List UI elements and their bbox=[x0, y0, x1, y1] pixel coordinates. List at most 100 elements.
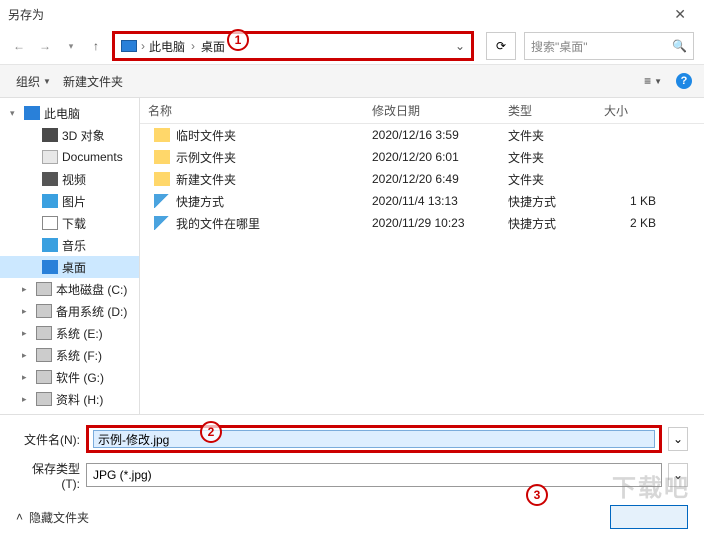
file-name: 示例文件夹 bbox=[176, 149, 236, 166]
file-type: 文件夹 bbox=[500, 149, 596, 166]
sidebar[interactable]: ▾此电脑3D 对象Documents视频图片下载音乐桌面▸本地磁盘 (C:)▸备… bbox=[0, 98, 140, 414]
file-name: 我的文件在哪里 bbox=[176, 215, 260, 232]
file-date: 2020/12/20 6:01 bbox=[364, 150, 500, 164]
file-type: 文件夹 bbox=[500, 127, 596, 144]
file-header[interactable]: 名称 修改日期 类型 大小 bbox=[140, 98, 704, 124]
expand-icon[interactable]: ▸ bbox=[22, 284, 32, 295]
filename-input[interactable] bbox=[93, 430, 655, 448]
sidebar-item-label: 3D 对象 bbox=[62, 127, 105, 144]
filename-label: 文件名(N): bbox=[16, 431, 80, 448]
back-icon[interactable]: ← bbox=[10, 37, 28, 55]
sidebar-item[interactable]: ▸资料 (H:) bbox=[0, 388, 139, 410]
sidebar-item-label: 备用系统 (D:) bbox=[56, 303, 127, 320]
file-row[interactable]: 快捷方式2020/11/4 13:13快捷方式1 KB bbox=[140, 190, 704, 212]
view-button[interactable]: ≡▼ bbox=[640, 72, 666, 90]
sidebar-item[interactable]: ▾ 此电脑 bbox=[0, 102, 139, 124]
crumb-desktop[interactable]: 桌面 bbox=[201, 38, 225, 55]
sidebar-item-label: 系统 (F:) bbox=[56, 347, 102, 364]
sidebar-item[interactable]: 视频 bbox=[0, 168, 139, 190]
sidebar-item-label: 图片 bbox=[62, 193, 86, 210]
sidebar-item-label: 下载 bbox=[62, 215, 86, 232]
doc-icon bbox=[42, 150, 58, 164]
expand-icon[interactable]: ▸ bbox=[22, 328, 32, 339]
search-placeholder: 搜索"桌面" bbox=[531, 38, 588, 55]
folder-icon bbox=[154, 172, 170, 186]
col-name[interactable]: 名称 bbox=[140, 102, 364, 119]
file-type: 快捷方式 bbox=[500, 215, 596, 232]
search-input[interactable]: 搜索"桌面" 🔍 bbox=[524, 32, 694, 60]
sidebar-item[interactable]: ▸ 软件 (G:) bbox=[0, 366, 139, 388]
folder-icon bbox=[154, 150, 170, 164]
file-list[interactable]: 名称 修改日期 类型 大小 临时文件夹2020/12/16 3:59文件夹示例文… bbox=[140, 98, 704, 414]
window-title: 另存为 bbox=[8, 6, 44, 23]
up-icon[interactable]: ↑ bbox=[88, 38, 104, 54]
file-name: 新建文件夹 bbox=[176, 171, 236, 188]
help-icon[interactable]: ? bbox=[676, 73, 692, 89]
sidebar-item[interactable]: 音乐 bbox=[0, 234, 139, 256]
chevron-right-icon: › bbox=[141, 39, 145, 53]
file-row[interactable]: 临时文件夹2020/12/16 3:59文件夹 bbox=[140, 124, 704, 146]
sidebar-item[interactable]: 下载 bbox=[0, 212, 139, 234]
sidebar-item[interactable]: ▸ 系统 (F:) bbox=[0, 344, 139, 366]
save-button[interactable] bbox=[610, 505, 688, 529]
file-date: 2020/11/29 10:23 bbox=[364, 216, 500, 230]
file-date: 2020/12/20 6:49 bbox=[364, 172, 500, 186]
new-folder-button[interactable]: 新建文件夹 bbox=[59, 71, 127, 92]
drive-icon bbox=[36, 326, 52, 340]
sidebar-item[interactable]: ▾库 bbox=[0, 410, 139, 414]
forward-icon[interactable]: → bbox=[36, 37, 54, 55]
col-date[interactable]: 修改日期 bbox=[364, 102, 500, 119]
filetype-input[interactable] bbox=[86, 463, 662, 487]
file-type: 文件夹 bbox=[500, 171, 596, 188]
file-row[interactable]: 示例文件夹 2020/12/20 6:01文件夹 bbox=[140, 146, 704, 168]
sidebar-item-label: 音乐 bbox=[62, 237, 86, 254]
filename-dropdown[interactable]: ⌄ bbox=[668, 427, 688, 451]
expand-icon[interactable]: ▸ bbox=[22, 350, 32, 361]
sidebar-item-label: 此电脑 bbox=[44, 105, 80, 122]
hide-folders-toggle[interactable]: ˄ 隐藏文件夹 bbox=[16, 509, 89, 526]
organize-button[interactable]: 组织 ▼ bbox=[12, 71, 55, 92]
shortcut-icon bbox=[154, 194, 170, 208]
address-dropdown-icon[interactable]: ⌄ bbox=[455, 39, 465, 53]
crumb-pc[interactable]: 此电脑 bbox=[149, 38, 185, 55]
search-icon: 🔍 bbox=[672, 39, 687, 53]
shortcut-icon bbox=[154, 216, 170, 230]
expand-icon[interactable]: ▸ bbox=[22, 372, 32, 383]
sidebar-item[interactable]: Documents bbox=[0, 146, 139, 168]
file-row[interactable]: 我的文件在哪里2020/11/29 10:23快捷方式2 KB bbox=[140, 212, 704, 234]
expand-icon[interactable]: ▸ bbox=[22, 394, 32, 405]
sidebar-item[interactable]: 3D 对象 bbox=[0, 124, 139, 146]
sidebar-item-label: 桌面 bbox=[62, 259, 86, 276]
file-type: 快捷方式 bbox=[500, 193, 596, 210]
col-size[interactable]: 大小 bbox=[596, 102, 676, 119]
pic-icon bbox=[42, 194, 58, 208]
address-bar[interactable]: › 此电脑 › 桌面 ⌄ bbox=[112, 31, 474, 61]
file-row[interactable]: 新建文件夹 2020/12/20 6:49文件夹 bbox=[140, 168, 704, 190]
close-icon[interactable]: ✕ bbox=[664, 2, 696, 27]
footer: ˄ 隐藏文件夹 bbox=[0, 503, 704, 537]
col-type[interactable]: 类型 bbox=[500, 102, 596, 119]
sidebar-item[interactable]: ▸系统 (E:) bbox=[0, 322, 139, 344]
refresh-button[interactable]: ⟳ bbox=[486, 32, 516, 60]
pc-icon bbox=[121, 40, 137, 52]
toolbar: 组织 ▼ 新建文件夹 ≡▼ ? bbox=[0, 64, 704, 98]
sidebar-item[interactable]: 桌面 bbox=[0, 256, 139, 278]
folder-icon bbox=[154, 128, 170, 142]
breadcrumb[interactable]: 此电脑 › 桌面 bbox=[149, 38, 225, 55]
chevron-up-icon: ˄ bbox=[16, 510, 23, 524]
sidebar-item[interactable]: ▸本地磁盘 (C:) bbox=[0, 278, 139, 300]
expand-icon[interactable]: ▸ bbox=[22, 306, 32, 317]
file-size: 1 KB bbox=[596, 194, 676, 208]
dl-icon bbox=[42, 216, 58, 230]
filetype-dropdown[interactable]: ⌄ bbox=[668, 463, 688, 487]
save-fields: 文件名(N): ⌄ 保存类型(T): ⌄ bbox=[0, 414, 704, 503]
filename-wrap bbox=[86, 425, 662, 453]
main-area: ▾此电脑3D 对象Documents视频图片下载音乐桌面▸本地磁盘 (C:)▸备… bbox=[0, 98, 704, 414]
chevron-down-icon: ▼ bbox=[43, 77, 51, 86]
sidebar-item-label: 软件 (G:) bbox=[56, 369, 104, 386]
sidebar-item[interactable]: 图片 bbox=[0, 190, 139, 212]
chevron-down-icon[interactable]: ▾ bbox=[62, 37, 80, 55]
sidebar-item[interactable]: ▸ 备用系统 (D:) bbox=[0, 300, 139, 322]
music-icon bbox=[42, 238, 58, 252]
expand-icon[interactable]: ▾ bbox=[10, 108, 20, 119]
